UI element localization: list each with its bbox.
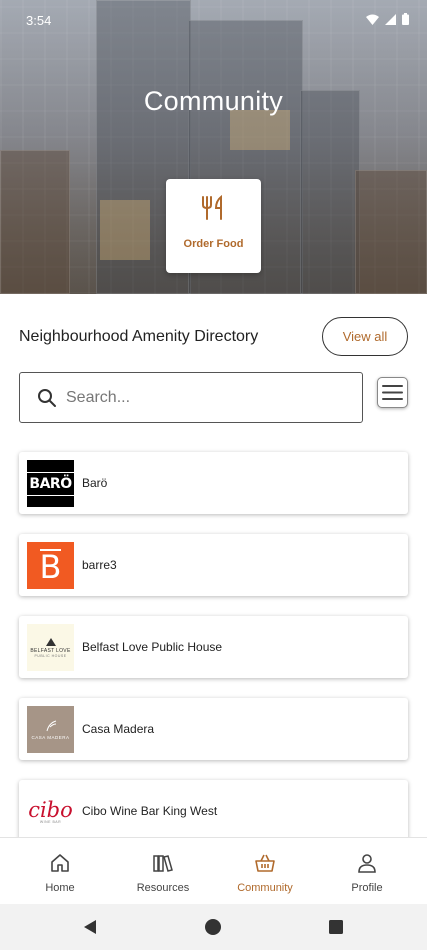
wifi-icon: [366, 14, 379, 25]
signal-icon: [385, 13, 396, 25]
order-food-label: Order Food: [183, 238, 244, 250]
amenity-name: Belfast Love Public House: [82, 640, 223, 654]
back-icon[interactable]: [83, 919, 97, 935]
home-icon: [51, 854, 69, 872]
status-bar: 3:54: [0, 0, 427, 40]
amenity-logo: BARÖ: [27, 460, 74, 507]
amenity-item[interactable]: B barre3: [19, 534, 408, 596]
hero-building-shape: [300, 90, 360, 294]
nav-profile-label: Profile: [351, 882, 383, 894]
leaf-logo-mark: [46, 720, 56, 731]
nav-resources-label: Resources: [136, 882, 190, 894]
amenity-name: barre3: [82, 558, 117, 572]
recents-icon[interactable]: [329, 920, 343, 934]
amenity-item[interactable]: BARÖ Barö: [19, 452, 408, 514]
books-icon: [153, 855, 173, 872]
nav-profile[interactable]: Profile: [317, 838, 417, 905]
fork-knife-icon: [202, 195, 222, 220]
status-time: 3:54: [26, 13, 52, 28]
system-nav-bar: [0, 904, 427, 950]
nav-community-label: Community: [237, 882, 293, 894]
amenity-logo: BELFAST LOVE PUBLIC HOUSE: [27, 624, 74, 671]
search-icon: [38, 389, 56, 407]
amenity-item[interactable]: cibo WINE BAR Cibo Wine Bar King West: [19, 780, 408, 842]
hero-building-shape: [355, 170, 427, 294]
search-input[interactable]: [66, 385, 346, 411]
nav-home-label: Home: [45, 882, 75, 894]
bottom-nav: Home Resources Community Profile: [0, 837, 427, 904]
nav-resources[interactable]: Resources: [113, 838, 213, 905]
nav-home[interactable]: Home: [10, 838, 110, 905]
hero-window-glow: [100, 200, 150, 260]
search-field[interactable]: [19, 372, 363, 423]
battery-icon: [402, 13, 409, 25]
amenity-name: Cibo Wine Bar King West: [82, 804, 218, 818]
page-title: Community: [143, 86, 284, 116]
person-icon: [358, 854, 376, 873]
nav-community[interactable]: Community: [215, 838, 315, 905]
amenity-logo: CASA MADERA: [27, 706, 74, 753]
amenity-name: Barö: [82, 476, 108, 490]
amenity-item[interactable]: BELFAST LOVE PUBLIC HOUSE Belfast Love P…: [19, 616, 408, 678]
amenity-item[interactable]: CASA MADERA Casa Madera: [19, 698, 408, 760]
status-icons: [366, 13, 409, 25]
basket-icon: [255, 854, 275, 872]
amenity-logo: B: [27, 542, 74, 589]
filter-menu-button[interactable]: [377, 377, 408, 408]
hero-building-shape: [0, 150, 70, 294]
order-food-button[interactable]: Order Food: [166, 179, 261, 273]
amenity-name: Casa Madera: [82, 722, 155, 736]
view-all-button[interactable]: View all: [322, 317, 408, 356]
home-circle-icon[interactable]: [205, 919, 221, 935]
directory-title: Neighbourhood Amenity Directory: [19, 328, 259, 345]
triangle-logo-mark: [45, 637, 56, 646]
amenity-logo: cibo WINE BAR: [27, 788, 74, 835]
menu-icon: [382, 385, 403, 400]
